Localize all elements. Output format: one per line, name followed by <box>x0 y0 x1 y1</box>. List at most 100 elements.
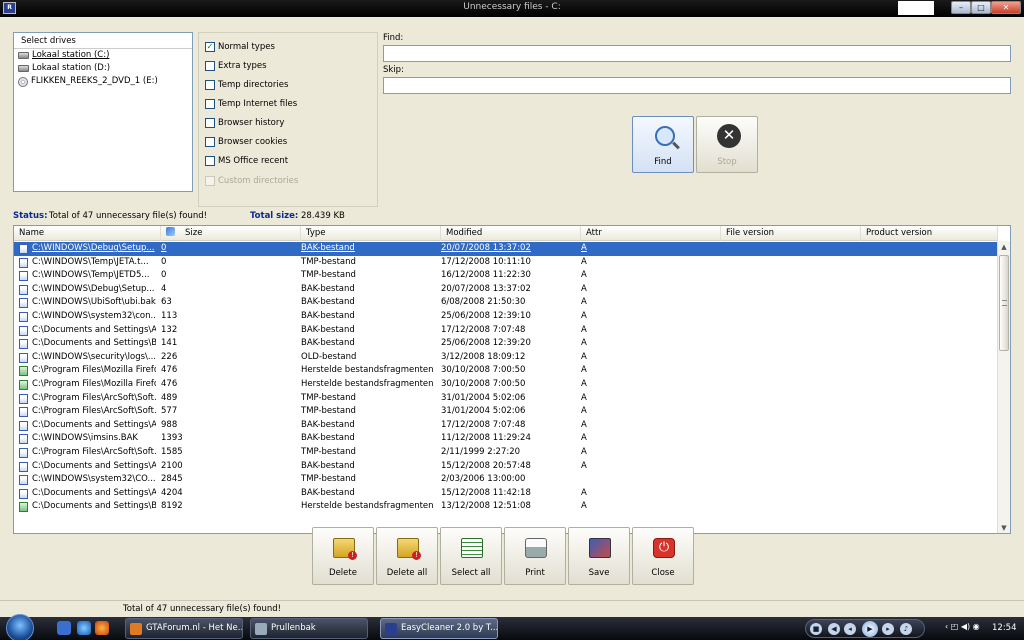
column-header-type[interactable]: Type <box>301 226 441 241</box>
cell-attr: A <box>581 433 587 444</box>
cell-modified: 31/01/2004 5:02:06 <box>441 406 526 417</box>
media-player-toolbar[interactable]: ■ ◀ ◂ ▶ ▸ ♪ <box>805 619 925 638</box>
system-tray[interactable]: ‹ ◰ ◀) ◉ <box>945 622 980 631</box>
cell-modified: 15/12/2008 20:57:48 <box>441 460 531 471</box>
table-row[interactable]: C:\WINDOWS\imsins.BAK 1393 BAK-bestand 11/1… <box>14 432 998 446</box>
clock[interactable]: 12:54 <box>992 623 1017 633</box>
cell-size: 0 <box>161 256 167 267</box>
start-button-icon[interactable] <box>6 614 34 640</box>
rewind-icon[interactable]: ◂ <box>844 623 856 635</box>
stop-button[interactable]: ✕ Stop <box>696 116 758 173</box>
table-row[interactable]: C:\WINDOWS\security\logs\... 226 OLD-besta… <box>14 351 998 365</box>
cell-type: OLD-bestand <box>301 351 357 362</box>
drive-item-c[interactable]: Lokaal station (C:) <box>14 49 192 62</box>
checkbox-normal-types[interactable]: ✓ <box>205 42 215 52</box>
checkbox-extra-types[interactable] <box>205 61 215 71</box>
checkbox-temp-directories[interactable] <box>205 80 215 90</box>
drive-item-d[interactable]: Lokaal station (D:) <box>14 62 192 75</box>
skip-input[interactable] <box>383 77 1011 94</box>
window-title: Unnecessary files - C: <box>463 2 561 12</box>
table-row[interactable]: C:\Documents and Settings\B... 8192 Herste… <box>14 500 998 514</box>
column-label: Product version <box>866 228 933 238</box>
table-row[interactable]: C:\WINDOWS\Temp\JETD5... 0 TMP-bestand 16/1… <box>14 269 998 283</box>
task-prullenbak[interactable]: Prullenbak <box>250 618 368 639</box>
internet-explorer-icon[interactable] <box>77 621 91 635</box>
table-row[interactable]: C:\Documents and Settings\A... 988 BAK-bes… <box>14 419 998 433</box>
table-row[interactable]: C:\WINDOWS\system32\CO... 2845 TMP-bestand… <box>14 473 998 487</box>
list-header: Name Size Type Modified Attr File versio… <box>14 226 998 241</box>
drive-label: Lokaal station (C:) <box>32 50 110 60</box>
checkbox-browser-history[interactable] <box>205 118 215 128</box>
checkbox-ms-office-recent[interactable] <box>205 156 215 166</box>
checkbox-temp-internet-files[interactable] <box>205 99 215 109</box>
volume-icon[interactable]: ♪ <box>900 623 912 635</box>
delete-button[interactable]: Delete <box>312 527 374 585</box>
table-row[interactable]: C:\WINDOWS\Temp\JETA.t... 0 TMP-bestand 17/… <box>14 256 998 270</box>
task-label: Prullenbak <box>271 623 316 633</box>
option-extra-types[interactable]: Extra types <box>205 60 267 72</box>
table-row[interactable]: C:\Program Files\ArcSoft\Soft... 577 TMP-b… <box>14 405 998 419</box>
table-row[interactable]: C:\Documents and Settings\B... 141 BAK-bes… <box>14 337 998 351</box>
cell-name: C:\WINDOWS\Debug\Setup... <box>32 243 155 253</box>
option-ms-office-recent[interactable]: MS Office recent <box>205 155 288 167</box>
list-rows: C:\WINDOWS\Debug\Setup... 0 BAK-bestand 20/… <box>14 242 998 514</box>
option-browser-history[interactable]: Browser history <box>205 117 284 129</box>
task-easycleaner[interactable]: EasyCleaner 2.0 by T... <box>380 618 498 639</box>
vertical-scrollbar[interactable]: ▲ ▼ <box>997 241 1010 533</box>
save-button[interactable]: Save <box>568 527 630 585</box>
maximize-button[interactable]: □ <box>971 1 991 14</box>
drives-list[interactable]: Select drives Lokaal station (C:) Lokaal… <box>13 32 193 192</box>
find-button[interactable]: Find <box>632 116 694 173</box>
option-temp-directories[interactable]: Temp directories <box>205 79 288 91</box>
cell-size: 1393 <box>161 433 183 444</box>
firefox-icon[interactable] <box>95 621 109 635</box>
delete-all-button[interactable]: Delete all <box>376 527 438 585</box>
column-header-modified[interactable]: Modified <box>441 226 581 241</box>
scroll-up-arrow-icon[interactable]: ▲ <box>998 241 1010 253</box>
cell-modified: 3/12/2008 18:09:12 <box>441 351 526 362</box>
column-header-name[interactable]: Name <box>14 226 161 241</box>
column-header-file-version[interactable]: File version <box>721 226 861 241</box>
scroll-down-arrow-icon[interactable]: ▼ <box>998 522 1010 533</box>
minimize-button[interactable]: – <box>951 1 971 14</box>
cell-type: TMP-bestand <box>301 446 356 457</box>
table-row[interactable]: C:\Program Files\Mozilla Firefo... 476 Her… <box>14 364 998 378</box>
table-row[interactable]: C:\Program Files\ArcSoft\Soft... 1585 TMP-… <box>14 446 998 460</box>
option-temp-internet-files[interactable]: Temp Internet files <box>205 98 297 110</box>
play-icon[interactable]: ▶ <box>862 621 878 637</box>
column-header-attr[interactable]: Attr <box>581 226 721 241</box>
table-row[interactable]: C:\Documents and Settings\A... 2100 BAK-be… <box>14 460 998 474</box>
table-row[interactable]: C:\Documents and Settings\A... 132 BAK-bes… <box>14 324 998 338</box>
print-button[interactable]: Print <box>504 527 566 585</box>
table-row[interactable]: C:\WINDOWS\Debug\Setup... 0 BAK-bestand 20/… <box>14 242 998 256</box>
find-input[interactable] <box>383 45 1011 62</box>
option-browser-cookies[interactable]: Browser cookies <box>205 136 287 148</box>
results-list[interactable]: Name Size Type Modified Attr File versio… <box>13 225 1011 534</box>
table-row[interactable]: C:\WINDOWS\system32\con... 113 BAK-bestand… <box>14 310 998 324</box>
select-all-button[interactable]: Select all <box>440 527 502 585</box>
drive-item-e[interactable]: FLIKKEN_REEKS_2_DVD_1 (E:) <box>14 75 192 88</box>
cell-type: TMP-bestand <box>301 474 356 485</box>
cell-name: C:\WINDOWS\system32\con... <box>32 310 156 321</box>
checkbox-browser-cookies[interactable] <box>205 137 215 147</box>
option-label: MS Office recent <box>218 156 289 166</box>
show-desktop-icon[interactable] <box>57 621 71 635</box>
file-icon <box>19 244 28 254</box>
file-icon <box>19 284 28 295</box>
table-row[interactable]: C:\Program Files\Mozilla Firefo... 476 Her… <box>14 378 998 392</box>
column-header-size[interactable]: Size <box>161 226 301 241</box>
close-button[interactable]: ⏻ Close <box>632 527 694 585</box>
next-track-icon[interactable]: ▸ <box>882 623 894 635</box>
table-row[interactable]: C:\Program Files\ArcSoft\Soft... 489 TMP-b… <box>14 392 998 406</box>
previous-track-icon[interactable]: ◀ <box>828 623 840 635</box>
checklist-icon <box>461 538 483 558</box>
close-window-button[interactable]: ✕ <box>991 1 1021 14</box>
scrollbar-thumb[interactable] <box>999 255 1009 351</box>
table-row[interactable]: C:\WINDOWS\UbiSoft\ubi.bak 63 BAK-bestand 6… <box>14 296 998 310</box>
stop-media-icon[interactable]: ■ <box>810 623 822 635</box>
table-row[interactable]: C:\Documents and Settings\A... 4204 BAK-be… <box>14 487 998 501</box>
task-gtaforum[interactable]: GTAForum.nl - Het Ne... <box>125 618 243 639</box>
column-header-product-version[interactable]: Product version <box>861 226 998 241</box>
table-row[interactable]: C:\WINDOWS\Debug\Setup... 4 BAK-bestand 20/… <box>14 283 998 297</box>
option-normal-types[interactable]: ✓ Normal types <box>205 41 275 53</box>
